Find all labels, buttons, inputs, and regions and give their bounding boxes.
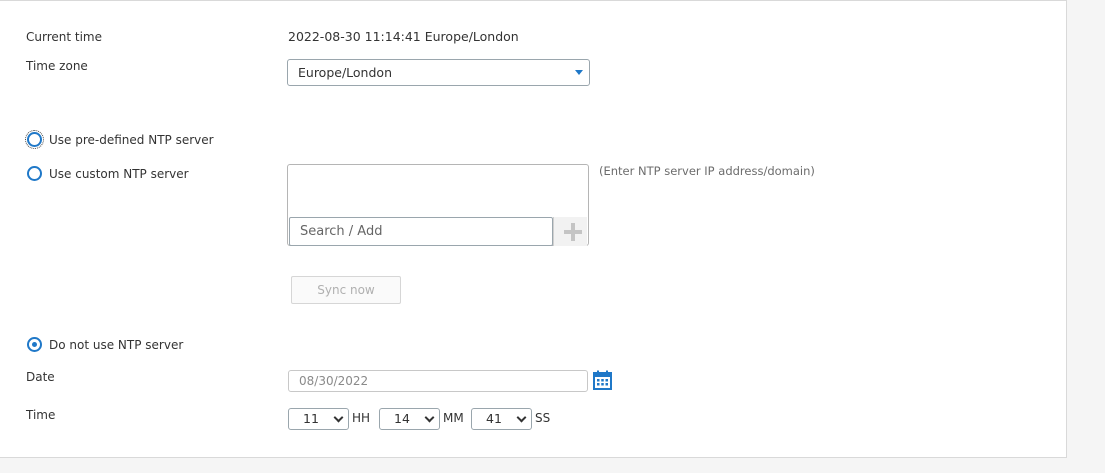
time-zone-selected-value: Europe/London: [298, 65, 392, 80]
ntp-server-search-input[interactable]: [289, 217, 553, 246]
sync-now-button[interactable]: Sync now: [291, 276, 401, 304]
hour-value: 11: [303, 411, 319, 426]
radio-custom-ntp-label[interactable]: Use custom NTP server: [49, 166, 189, 182]
time-settings-panel: Current time 2022-08-30 11:14:41 Europe/…: [0, 0, 1067, 458]
caret-down-icon: [575, 70, 583, 75]
chevron-down-icon: [516, 412, 527, 423]
minute-select[interactable]: 14: [379, 408, 440, 430]
plus-icon[interactable]: [553, 217, 587, 246]
chevron-down-icon: [333, 412, 344, 423]
second-unit: SS: [535, 411, 551, 425]
calendar-icon[interactable]: [593, 370, 612, 390]
minute-value: 14: [394, 411, 410, 426]
ntp-server-list[interactable]: [287, 164, 589, 246]
current-time-label: Current time: [26, 30, 102, 44]
second-select[interactable]: 41: [471, 408, 532, 430]
chevron-down-icon: [424, 412, 435, 423]
second-value: 41: [486, 411, 502, 426]
hour-unit: HH: [352, 411, 371, 425]
time-zone-select[interactable]: Europe/London: [287, 59, 590, 86]
radio-custom-ntp[interactable]: [27, 166, 42, 181]
hour-select[interactable]: 11: [288, 408, 349, 430]
time-label: Time: [26, 408, 56, 422]
radio-no-ntp[interactable]: [27, 337, 42, 352]
current-time-value: 2022-08-30 11:14:41 Europe/London: [288, 29, 519, 44]
date-label: Date: [26, 370, 55, 384]
time-zone-label: Time zone: [26, 59, 88, 73]
radio-predefined-ntp[interactable]: [25, 130, 44, 149]
minute-unit: MM: [443, 411, 464, 425]
date-input[interactable]: 08/30/2022: [288, 370, 588, 392]
ntp-server-hint: (Enter NTP server IP address/domain): [599, 164, 815, 178]
radio-no-ntp-label[interactable]: Do not use NTP server: [49, 337, 183, 353]
radio-predefined-ntp-label[interactable]: Use pre-defined NTP server: [49, 132, 214, 148]
